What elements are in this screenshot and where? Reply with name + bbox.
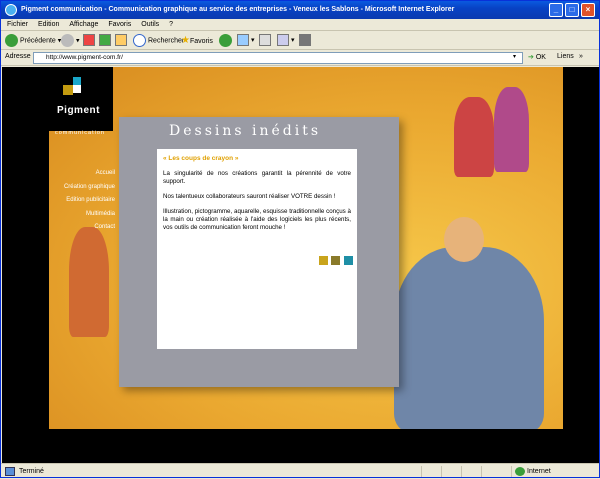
go-button[interactable]: ➔ OK	[528, 53, 546, 61]
menu-favoris[interactable]: Favoris	[108, 21, 131, 28]
menu-bar: Fichier Edition Affichage Favoris Outils…	[1, 19, 599, 31]
internet-zone-icon	[515, 467, 525, 476]
character-woman-illustration	[454, 97, 494, 177]
history-button[interactable]	[219, 34, 234, 48]
mail-icon	[237, 34, 249, 47]
site-illustration: Pigment communication Accueil Création g…	[49, 67, 563, 429]
paragraph-2: Nos talentueux collaborateurs sauront ré…	[163, 193, 336, 200]
forward-button[interactable]: ▾	[61, 34, 80, 48]
nav-contact[interactable]: Contact	[64, 221, 115, 235]
close-button[interactable]: ×	[581, 3, 595, 17]
search-button[interactable]: Rechercher	[133, 34, 184, 48]
back-button[interactable]: Précédente ▾	[5, 34, 61, 48]
refresh-icon	[99, 34, 111, 47]
edit-icon	[277, 34, 289, 47]
section-heading: « Les coups de crayon »	[163, 155, 239, 162]
minimize-button[interactable]: _	[549, 3, 563, 17]
page-icon	[5, 467, 15, 476]
paragraph-1: La singularité de nos créations garantit…	[163, 170, 351, 185]
character-head-illustration	[444, 217, 484, 262]
swatch-olive	[331, 256, 341, 265]
swatch-teal	[344, 256, 353, 265]
forward-arrow-icon	[61, 34, 74, 47]
text-box: « Les coups de crayon » La singularité d…	[157, 149, 357, 349]
address-dropdown-icon[interactable]: ▾	[513, 53, 516, 60]
stop-icon	[83, 34, 95, 47]
messenger-button[interactable]	[299, 34, 311, 48]
toolbar: Précédente ▾ ▾ Rechercher ★Favoris ▾ ▾	[1, 32, 599, 50]
status-text: Terminé	[19, 468, 44, 475]
title-bar: Pigment communication - Communication gr…	[1, 1, 599, 19]
logo-subtitle: communication	[55, 130, 105, 136]
favorites-button[interactable]: ★Favoris	[181, 34, 213, 48]
back-arrow-icon	[5, 34, 18, 47]
messenger-icon	[299, 34, 311, 47]
links-expand-icon[interactable]: »	[579, 53, 583, 60]
search-icon	[133, 34, 146, 47]
swatch-gold	[318, 256, 328, 265]
refresh-button[interactable]	[99, 34, 111, 48]
character-knight-illustration	[394, 247, 544, 429]
nav-edition-publicitaire[interactable]: Edition publicitaire	[64, 194, 115, 208]
menu-edition[interactable]: Edition	[38, 21, 59, 28]
site-logo[interactable]: Pigment	[49, 67, 113, 131]
stop-button[interactable]	[83, 34, 95, 48]
address-label: Adresse	[5, 53, 31, 60]
panel-title: Dessins inédits	[169, 123, 322, 139]
maximize-button[interactable]: □	[565, 3, 579, 17]
home-button[interactable]	[115, 34, 127, 48]
logo-text: Pigment	[57, 105, 100, 116]
menu-help[interactable]: ?	[169, 21, 173, 28]
home-icon	[115, 34, 127, 47]
print-icon	[259, 34, 271, 47]
address-input[interactable]: http://www.pigment-com.fr/	[33, 52, 523, 64]
print-button[interactable]	[259, 34, 271, 48]
menu-affichage[interactable]: Affichage	[69, 21, 98, 28]
site-nav: Accueil Création graphique Edition publi…	[64, 167, 115, 235]
menu-outils[interactable]: Outils	[141, 21, 159, 28]
nav-multimedia[interactable]: Multimédia	[64, 208, 115, 222]
go-arrow-icon: ➔	[528, 54, 534, 61]
character-musician-illustration	[69, 227, 109, 337]
nav-creation-graphique[interactable]: Création graphique	[64, 181, 115, 195]
browser-window: Pigment communication - Communication gr…	[0, 0, 600, 478]
paragraph-3: Illustration, pictogramme, aquarelle, es…	[163, 208, 351, 231]
status-bar: Terminé Internet	[1, 463, 599, 478]
page-viewport: Pigment communication Accueil Création g…	[2, 67, 599, 463]
address-bar: Adresse http://www.pigment-com.fr/ ▾ ➔ O…	[1, 50, 599, 66]
nav-accueil[interactable]: Accueil	[64, 167, 115, 181]
star-icon: ★	[181, 35, 190, 46]
window-title: Pigment communication - Communication gr…	[21, 6, 455, 13]
content-panel: Dessins inédits « Les coups de crayon » …	[119, 117, 399, 387]
character-man-illustration	[494, 87, 529, 172]
mail-button[interactable]: ▾	[237, 34, 254, 48]
ie-icon	[5, 4, 17, 16]
zone-label: Internet	[527, 468, 551, 475]
links-button[interactable]: Liens	[557, 53, 574, 60]
edit-button[interactable]: ▾	[277, 34, 294, 48]
history-icon	[219, 34, 232, 47]
menu-fichier[interactable]: Fichier	[7, 21, 28, 28]
color-swatches	[317, 256, 353, 268]
